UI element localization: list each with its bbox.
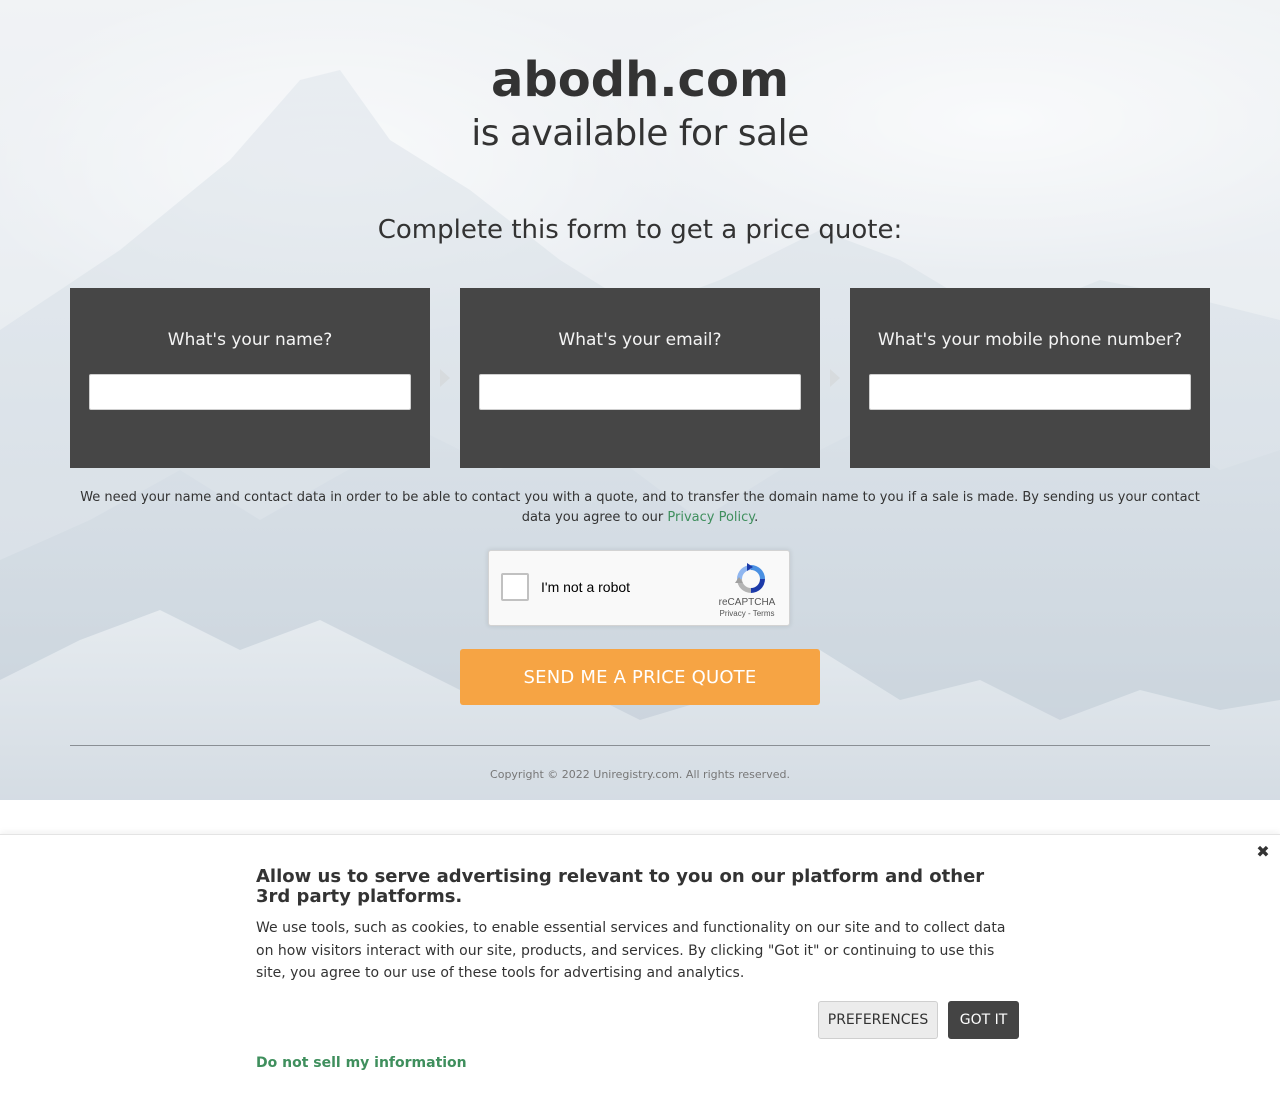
footer-divider [70,745,1210,746]
step-arrow-icon [830,369,840,387]
recaptcha-label: I'm not a robot [541,579,631,595]
got-it-button[interactable]: GOT IT [948,1001,1019,1039]
name-card: What's your name? [70,288,430,468]
name-label: What's your name? [167,330,333,350]
do-not-sell-link[interactable]: Do not sell my information [256,1055,467,1071]
email-input[interactable] [479,374,801,410]
hero-section: abodh.com is available for sale Complete… [0,0,1280,800]
ad-consent-banner: ✖ Allow us to serve advertising relevant… [0,834,1280,1096]
recaptcha-terms-link[interactable]: Terms [753,609,775,618]
close-icon[interactable]: ✖ [1256,844,1270,860]
privacy-policy-link[interactable]: Privacy Policy [667,510,754,525]
consent-body: We need your name and contact data in or… [80,490,1200,525]
email-card: What's your email? [460,288,820,468]
preferences-button[interactable]: PREFERENCES [818,1001,938,1039]
name-input[interactable] [89,374,411,410]
copyright-text: Copyright © 2022 Uniregistry.com. All ri… [490,768,790,781]
banner-title: Allow us to serve advertising relevant t… [256,866,985,907]
recaptcha-widget: I'm not a robot reCAPTCHA Privacy - Term… [488,550,790,626]
form-heading: Complete this form to get a price quote: [377,215,903,245]
recaptcha-logo-icon [735,563,765,593]
recaptcha-privacy-link[interactable]: Privacy [720,609,746,618]
consent-end: . [754,510,759,525]
phone-label: What's your mobile phone number? [877,330,1183,350]
phone-card: What's your mobile phone number? [850,288,1210,468]
recaptcha-checkbox[interactable] [501,573,529,601]
step-arrow-icon [440,369,450,387]
recaptcha-separator: - [745,609,753,618]
send-price-quote-button[interactable]: SEND ME A PRICE QUOTE [460,649,820,705]
domain-name-title: abodh.com [491,52,789,108]
phone-input[interactable] [869,374,1191,410]
email-label: What's your email? [558,330,722,350]
banner-body: We use tools, such as cookies, to enable… [256,920,1006,981]
consent-text: We need your name and contact data in or… [70,488,1210,528]
for-sale-subtitle: is available for sale [471,113,809,154]
recaptcha-links: Privacy - Terms [711,609,783,618]
recaptcha-brand: reCAPTCHA [718,597,776,608]
